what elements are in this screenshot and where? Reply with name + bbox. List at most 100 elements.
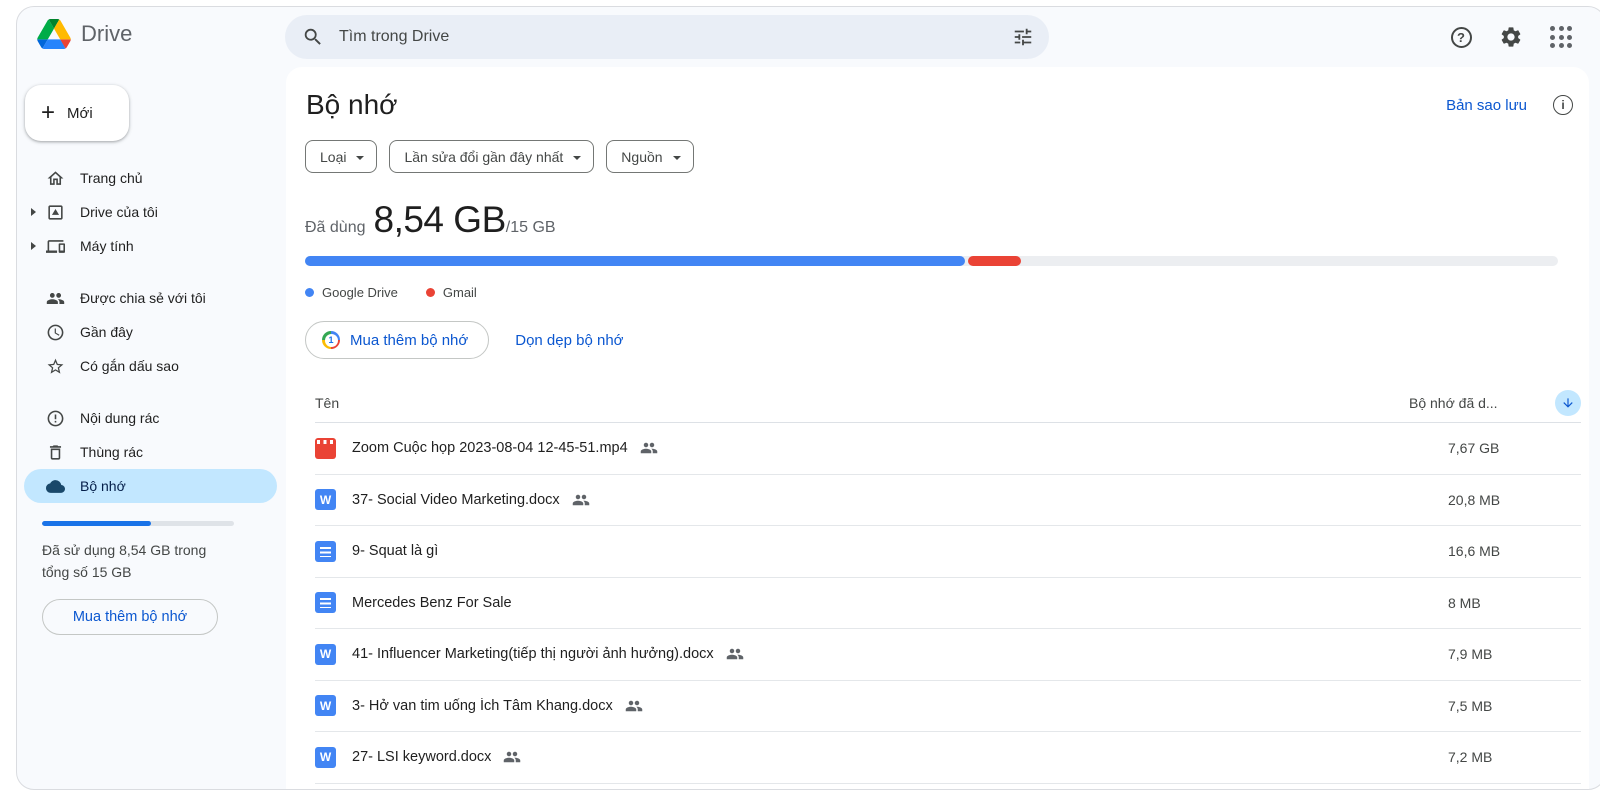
expand-caret-icon[interactable] xyxy=(31,208,36,216)
table-row[interactable]: 9- Squat là gì 16,6 MB xyxy=(315,526,1581,578)
legend-item-drive: Google Drive xyxy=(305,285,398,300)
clock-icon xyxy=(45,322,65,342)
my-drive-icon xyxy=(45,202,65,222)
sidebar-item-label: Có gắn dấu sao xyxy=(80,358,179,374)
sidebar-item-starred[interactable]: Có gắn dấu sao xyxy=(24,349,277,383)
app-name: Drive xyxy=(81,21,133,46)
file-size: 7,2 MB xyxy=(1448,749,1493,766)
sidebar-item-label: Thùng rác xyxy=(80,444,144,460)
sidebar-item-my-drive[interactable]: Drive của tôi xyxy=(24,195,277,229)
drive-app-window: Drive Tìm trong Drive ? + Mới Trang chủ … xyxy=(16,6,1600,790)
legend-label: Gmail xyxy=(442,285,477,300)
chip-label: Loại xyxy=(320,148,347,165)
main-panel: Bộ nhớ Bản sao lưu i Loại Lần sửa đổi gầ… xyxy=(286,67,1589,789)
table-row[interactable]: 37- Social Video Marketing.docx 20,8 MB xyxy=(315,475,1581,526)
file-name: 41- Influencer Marketing(tiếp thị người … xyxy=(352,646,714,663)
buy-storage-button[interactable]: 1 Mua thêm bộ nhớ xyxy=(305,321,490,359)
word-file-icon xyxy=(315,746,336,768)
column-header-storage[interactable]: Bộ nhớ đã d... xyxy=(1409,395,1555,411)
info-icon[interactable]: i xyxy=(1553,95,1573,115)
sidebar-item-spam[interactable]: Nội dung rác xyxy=(24,401,277,435)
sidebar-item-storage[interactable]: Bộ nhớ xyxy=(24,469,277,503)
sidebar-nav: Trang chủ Drive của tôi Máy tính Được ch… xyxy=(17,161,286,503)
filter-chip-type[interactable]: Loại xyxy=(305,140,378,173)
gear-icon[interactable] xyxy=(1499,25,1523,49)
home-icon xyxy=(45,168,65,188)
file-name: 9- Squat là gì xyxy=(352,543,439,560)
chip-label: Lần sửa đổi gần đây nhất xyxy=(404,148,564,165)
file-size: 16,6 MB xyxy=(1448,543,1501,560)
sidebar-item-recent[interactable]: Gần đây xyxy=(24,315,277,349)
legend-item-gmail: Gmail xyxy=(425,285,477,300)
apps-grid-icon[interactable] xyxy=(1549,25,1573,49)
legend-dot-drive xyxy=(305,288,314,297)
sidebar-item-home[interactable]: Trang chủ xyxy=(24,161,277,195)
video-file-icon xyxy=(315,437,336,459)
sidebar-item-label: Gần đây xyxy=(80,324,133,340)
filter-chip-source[interactable]: Nguồn xyxy=(606,140,694,173)
shared-people-icon xyxy=(503,748,521,766)
chevron-down-icon xyxy=(573,155,582,160)
table-row[interactable]: 41- Influencer Marketing(tiếp thị người … xyxy=(315,629,1581,681)
page-title: Bộ nhớ xyxy=(306,89,398,120)
file-size: 7,67 GB xyxy=(1448,440,1500,457)
sidebar-item-label: Trang chủ xyxy=(80,170,143,186)
shared-people-icon xyxy=(45,288,65,308)
sidebar-item-computers[interactable]: Máy tính xyxy=(24,229,277,263)
table-row[interactable]: Mercedes Benz For Sale 8 MB xyxy=(315,578,1581,629)
top-bar: Drive Tìm trong Drive ? xyxy=(17,7,1600,67)
file-size: 7,9 MB xyxy=(1448,646,1493,663)
new-button[interactable]: + Mới xyxy=(25,85,129,141)
google-doc-icon xyxy=(315,592,336,614)
file-name: Mercedes Benz For Sale xyxy=(352,594,512,611)
sort-direction-button[interactable] xyxy=(1555,389,1581,416)
storage-usage-summary: Đã dùng 8,54 GB /15 GB xyxy=(305,199,1589,241)
file-name: Zoom Cuộc họp 2023-08-04 12-45-51.mp4 xyxy=(352,440,628,457)
usage-legend: Google Drive Gmail xyxy=(305,285,1589,300)
buy-storage-label: Mua thêm bộ nhớ xyxy=(350,331,469,349)
shared-people-icon xyxy=(640,439,658,457)
top-right-icons: ? xyxy=(1449,25,1573,49)
cloud-icon xyxy=(45,476,65,496)
filter-chips: Loại Lần sửa đổi gần đây nhất Nguồn xyxy=(305,140,1589,173)
plus-icon: + xyxy=(41,99,56,126)
sidebar-buy-storage-button[interactable]: Mua thêm bộ nhớ xyxy=(42,599,218,635)
filter-chip-modified[interactable]: Lần sửa đổi gần đây nhất xyxy=(389,140,595,173)
google-doc-icon xyxy=(315,540,336,562)
search-icon[interactable] xyxy=(301,25,325,49)
usage-used-value: 8,54 GB xyxy=(373,199,507,240)
table-header: Tên Bộ nhớ đã d... xyxy=(315,383,1581,423)
column-header-name[interactable]: Tên xyxy=(315,395,1409,411)
word-file-icon xyxy=(315,643,336,665)
search-bar[interactable]: Tìm trong Drive xyxy=(285,15,1049,59)
drive-logo-area[interactable]: Drive xyxy=(37,19,132,49)
sidebar-storage-progressbar xyxy=(42,521,234,526)
expand-caret-icon[interactable] xyxy=(31,242,36,250)
advanced-search-tune-icon[interactable] xyxy=(1011,25,1035,49)
storage-usage-bar xyxy=(305,256,1558,266)
table-row[interactable]: 27- LSI keyword.docx 7,2 MB xyxy=(315,732,1581,784)
table-row[interactable]: 3- Hở van tim uống Ích Tâm Khang.docx 7,… xyxy=(315,681,1581,732)
sidebar-storage-progress-fill xyxy=(42,521,152,526)
trash-icon xyxy=(45,442,65,462)
sidebar-item-trash[interactable]: Thùng rác xyxy=(24,435,277,469)
usage-bar-drive-segment xyxy=(305,256,966,266)
backups-link[interactable]: Bản sao lưu xyxy=(1446,97,1527,114)
word-file-icon xyxy=(315,489,336,511)
file-name: 37- Social Video Marketing.docx xyxy=(352,491,560,508)
spam-exclamation-icon xyxy=(45,408,65,428)
star-icon xyxy=(45,356,65,376)
help-icon[interactable]: ? xyxy=(1449,25,1473,49)
sidebar-item-label: Bộ nhớ xyxy=(80,478,126,494)
usage-prefix: Đã dùng xyxy=(305,219,366,236)
chevron-down-icon xyxy=(672,155,681,160)
sidebar-item-shared-with-me[interactable]: Được chia sẻ với tôi xyxy=(24,281,277,315)
files-table: Tên Bộ nhớ đã d... Zoom Cuộc họp 2023-08… xyxy=(315,383,1581,784)
file-size: 8 MB xyxy=(1448,594,1481,611)
search-input[interactable]: Tìm trong Drive xyxy=(339,28,1011,46)
legend-dot-gmail xyxy=(425,288,435,297)
drive-logo-icon xyxy=(37,19,71,49)
sidebar-storage-note: Đã sử dụng 8,54 GB trong tổng số 15 GB xyxy=(42,542,207,580)
table-row[interactable]: Zoom Cuộc họp 2023-08-04 12-45-51.mp4 7,… xyxy=(315,423,1581,475)
clean-storage-link[interactable]: Dọn dẹp bộ nhớ xyxy=(515,332,623,349)
